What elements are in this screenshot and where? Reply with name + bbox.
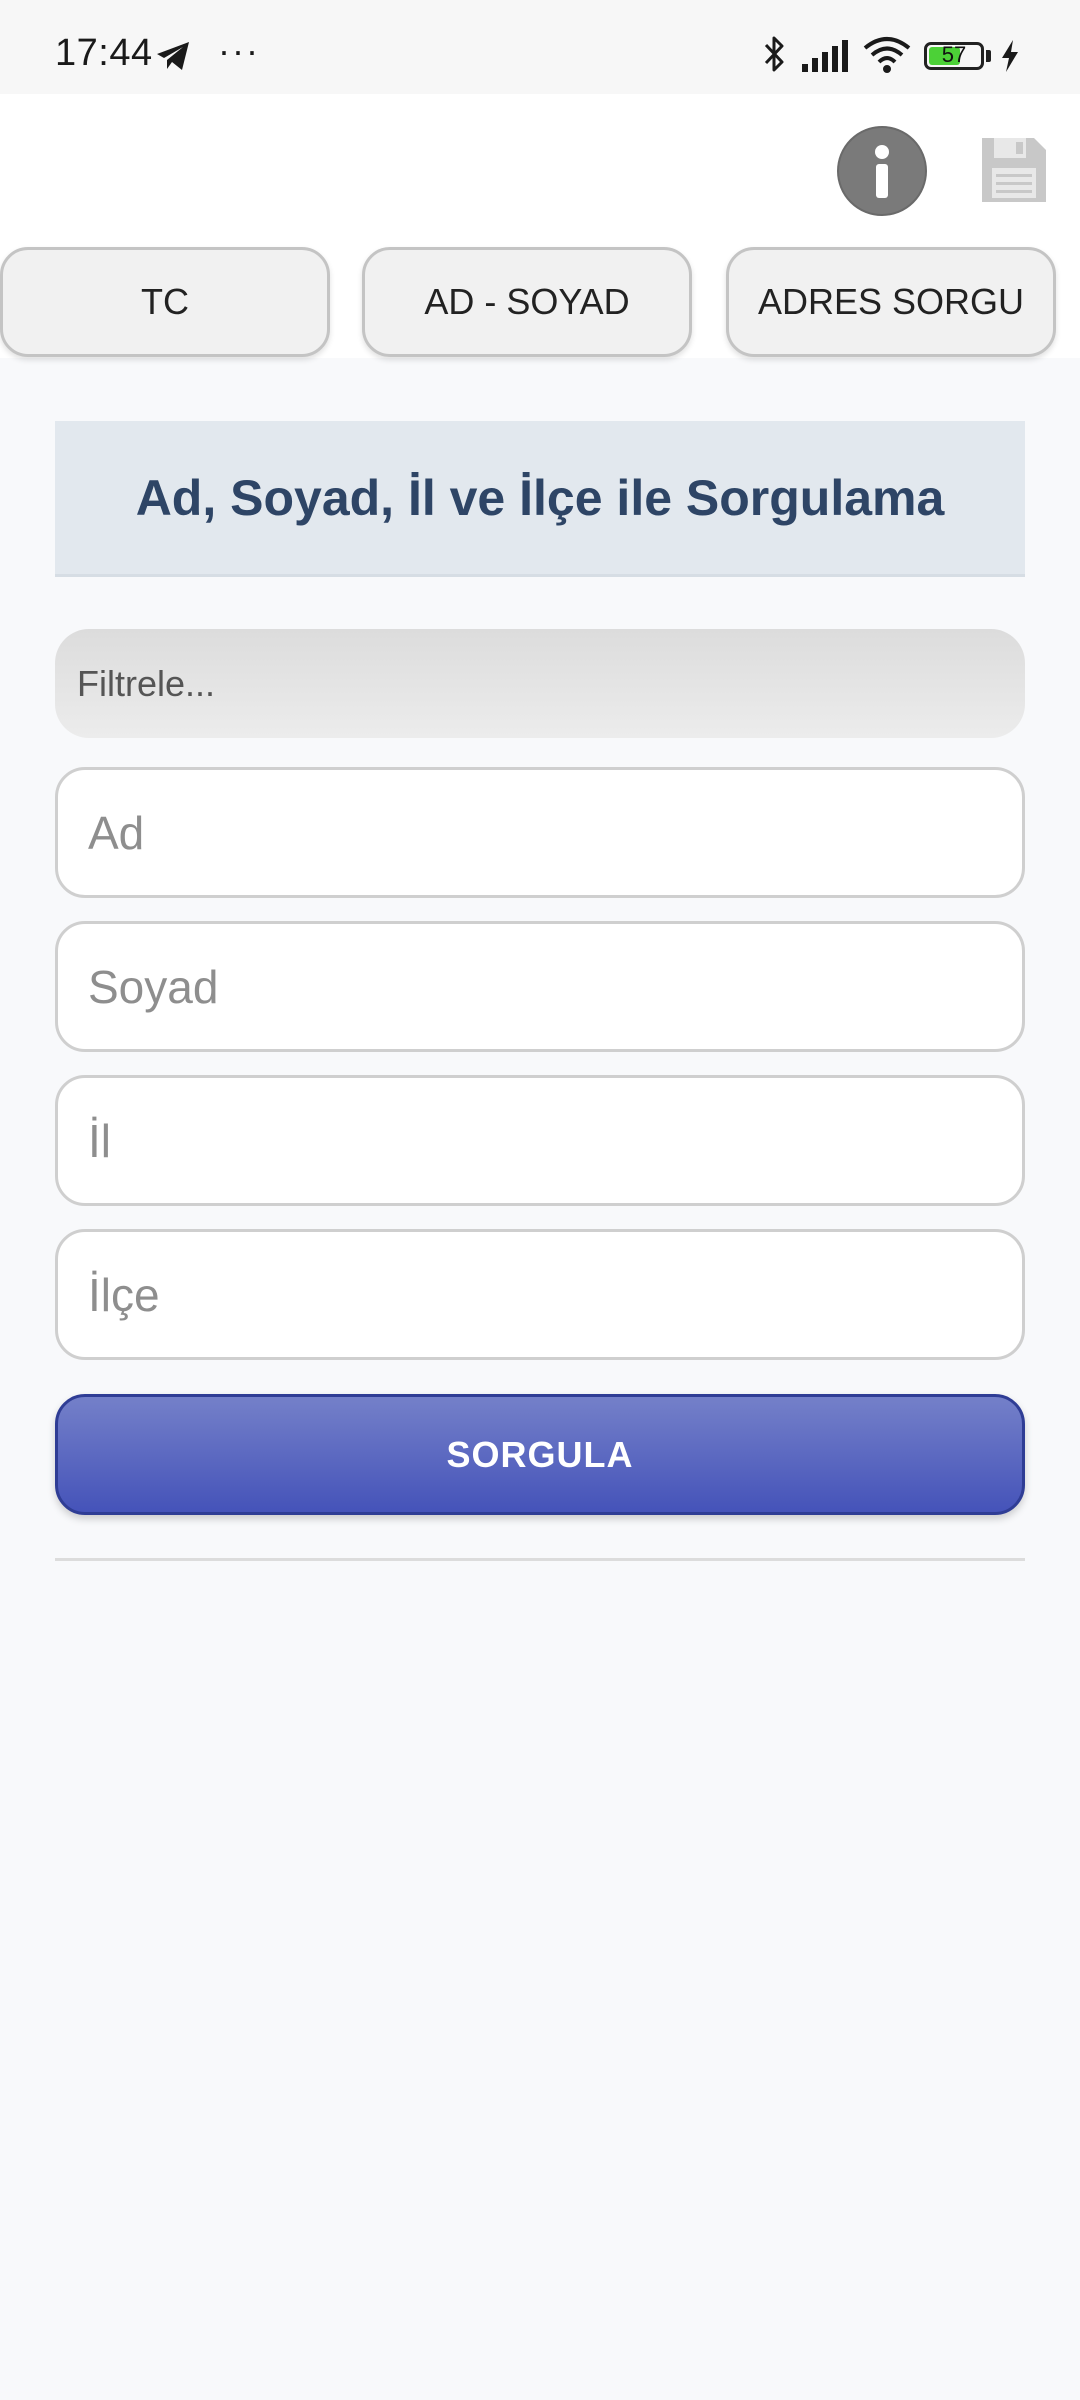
section-header: Ad, Soyad, İl ve İlçe ile Sorgulama <box>55 421 1025 577</box>
floppy-disk-icon <box>982 138 1046 202</box>
divider <box>55 1558 1025 1561</box>
tab-adres-sorgu[interactable]: ADRES SORGU <box>726 247 1056 357</box>
info-icon <box>875 145 889 198</box>
page-title: Ad, Soyad, İl ve İlçe ile Sorgulama <box>135 469 945 526</box>
telegram-icon <box>157 42 189 70</box>
battery-level: 57 <box>941 42 967 67</box>
info-button[interactable] <box>837 126 927 216</box>
battery-tip <box>986 50 991 62</box>
save-button[interactable] <box>978 134 1050 206</box>
bluetooth-icon <box>764 36 784 72</box>
battery-icon: 57 <box>924 42 984 70</box>
signal-icon <box>802 40 848 72</box>
ilce-field[interactable] <box>55 1229 1025 1360</box>
ad-field[interactable] <box>55 767 1025 898</box>
filter-input[interactable] <box>55 629 1025 738</box>
status-time: 17:44 <box>55 32 153 74</box>
tab-tc[interactable]: TC <box>0 247 330 357</box>
status-bar: 17:44 ··· 57 <box>0 0 1080 94</box>
more-dots-icon: ··· <box>218 30 260 71</box>
soyad-field[interactable] <box>55 921 1025 1052</box>
charging-icon <box>1002 40 1018 72</box>
il-field[interactable] <box>55 1075 1025 1206</box>
tab-ad-soyad[interactable]: AD - SOYAD <box>362 247 692 357</box>
query-button[interactable]: SORGULA <box>55 1394 1025 1515</box>
wifi-icon <box>863 37 911 73</box>
